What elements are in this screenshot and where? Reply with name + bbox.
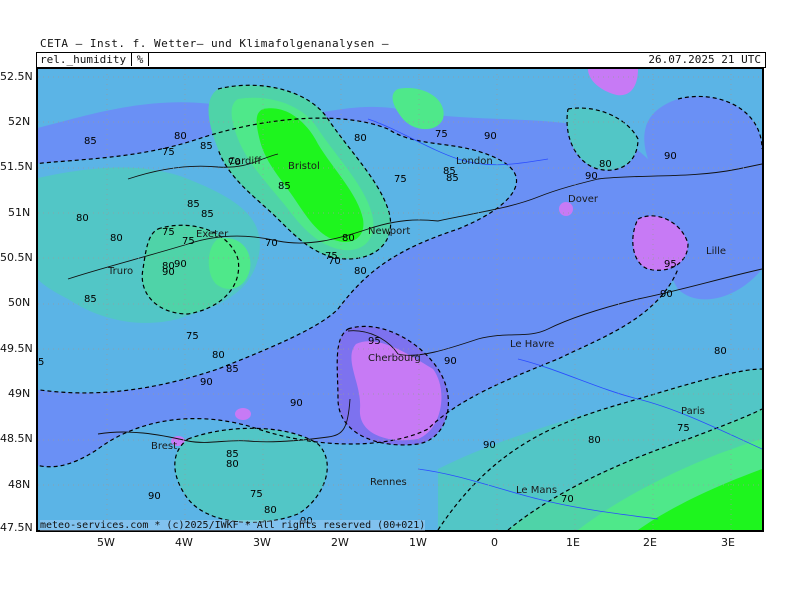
contour-label: 75: [162, 227, 175, 238]
contour-label: 80: [226, 459, 239, 470]
city-label-lille: Lille: [706, 246, 726, 257]
city-label-brest: Brest: [151, 441, 177, 452]
contour-label: 95: [368, 336, 381, 347]
contour-label: 5: [38, 357, 44, 368]
city-label-truro: Truro: [107, 266, 133, 277]
contour-label: 80: [588, 435, 601, 446]
contour-label: 80: [212, 350, 225, 361]
contour-label: 75: [186, 331, 199, 342]
humidity-spot-brittany: [235, 408, 251, 420]
contour-label: 90: [290, 398, 303, 409]
map-canvas: Truro Exeter Cardiff Bristol Newport Lon…: [38, 69, 762, 530]
contour-label: 85: [84, 136, 97, 147]
contour-label: 80: [599, 159, 612, 170]
contour-label: 90: [664, 151, 677, 162]
lon-label: 3E: [721, 536, 735, 549]
contour-label: 80: [354, 266, 367, 277]
city-label-dover: Dover: [568, 194, 599, 205]
contour-label: 70: [265, 238, 278, 249]
contour-label: 85: [226, 364, 239, 375]
lat-label: 50.5N: [0, 251, 33, 264]
lat-label: 48.5N: [0, 432, 33, 445]
contour-label: 90: [484, 131, 497, 142]
lon-label: 2E: [643, 536, 657, 549]
contour-label: 85: [187, 199, 200, 210]
lon-label: 1E: [566, 536, 580, 549]
contour-label: 85: [278, 181, 291, 192]
city-label-cherbourg: Cherbourg: [368, 353, 421, 364]
contour-label: 80: [714, 346, 727, 357]
unit-label: %: [131, 53, 149, 66]
city-label-le-mans: Le Mans: [516, 485, 557, 496]
contour-label: 90: [444, 356, 457, 367]
lon-label: 5W: [97, 536, 115, 549]
lat-label: 48N: [8, 478, 31, 491]
lat-label: 51N: [8, 206, 31, 219]
contour-label: 90: [660, 289, 673, 300]
contour-label: 95: [664, 259, 677, 270]
contour-label: 80: [76, 213, 89, 224]
contour-label: 80: [354, 133, 367, 144]
lat-label: 52.5N: [0, 70, 33, 83]
contour-label: 75: [435, 129, 448, 140]
lon-label: 2W: [331, 536, 349, 549]
lat-label: 47.5N: [0, 521, 33, 534]
contour-label: 80: [264, 505, 277, 516]
lat-label: 49N: [8, 387, 31, 400]
contour-label: 85: [84, 294, 97, 305]
city-label-paris: Paris: [681, 406, 705, 417]
chart-title: CETA — Inst. f. Wetter– und Klimafolgena…: [40, 37, 390, 50]
contour-label: 75: [162, 147, 175, 158]
city-label-london: London: [456, 156, 493, 167]
contour-label: 70: [228, 157, 241, 168]
contour-label: 80: [162, 261, 175, 272]
contour-label: 75: [182, 236, 195, 247]
contour-label: 75: [250, 489, 263, 500]
lon-label: 0: [491, 536, 498, 549]
lon-label: 3W: [253, 536, 271, 549]
lat-label: 51.5N: [0, 160, 33, 173]
contour-label: 75: [677, 423, 690, 434]
copyright-footer: meteo-services.com * (c)2025/IWKF * All …: [40, 520, 426, 531]
contour-label: 90: [483, 440, 496, 451]
contour-label: 80: [174, 131, 187, 142]
contour-label: 90: [200, 377, 213, 388]
city-label-bristol: Bristol: [288, 161, 320, 172]
contour-label: 85: [201, 209, 214, 220]
city-label-exeter: Exeter: [196, 229, 229, 240]
variable-name: rel._humidity: [40, 53, 127, 66]
contour-label: 70: [561, 494, 574, 505]
contour-label: 80: [342, 233, 355, 244]
contour-label: 90: [174, 259, 187, 270]
city-label-newport: Newport: [368, 226, 410, 237]
valid-time: 26.07.2025 21 UTC: [648, 53, 761, 66]
contour-label: 75: [325, 251, 338, 262]
contour-label: 90: [148, 491, 161, 502]
lat-label: 49.5N: [0, 342, 33, 355]
lat-label: 52N: [8, 115, 31, 128]
variable-bar: rel._humidity % 26.07.2025 21 UTC: [36, 52, 766, 68]
contour-label: 90: [585, 171, 598, 182]
lat-label: 50N: [8, 296, 31, 309]
humidity-map: Truro Exeter Cardiff Bristol Newport Lon…: [36, 67, 764, 532]
contour-label: 80: [110, 233, 123, 244]
lon-label: 4W: [175, 536, 193, 549]
city-label-le-havre: Le Havre: [510, 339, 554, 350]
contour-label: 85: [200, 141, 213, 152]
contour-label: 75: [394, 174, 407, 185]
city-label-rennes: Rennes: [370, 477, 407, 488]
contour-label: 85: [443, 166, 456, 177]
lon-label: 1W: [409, 536, 427, 549]
